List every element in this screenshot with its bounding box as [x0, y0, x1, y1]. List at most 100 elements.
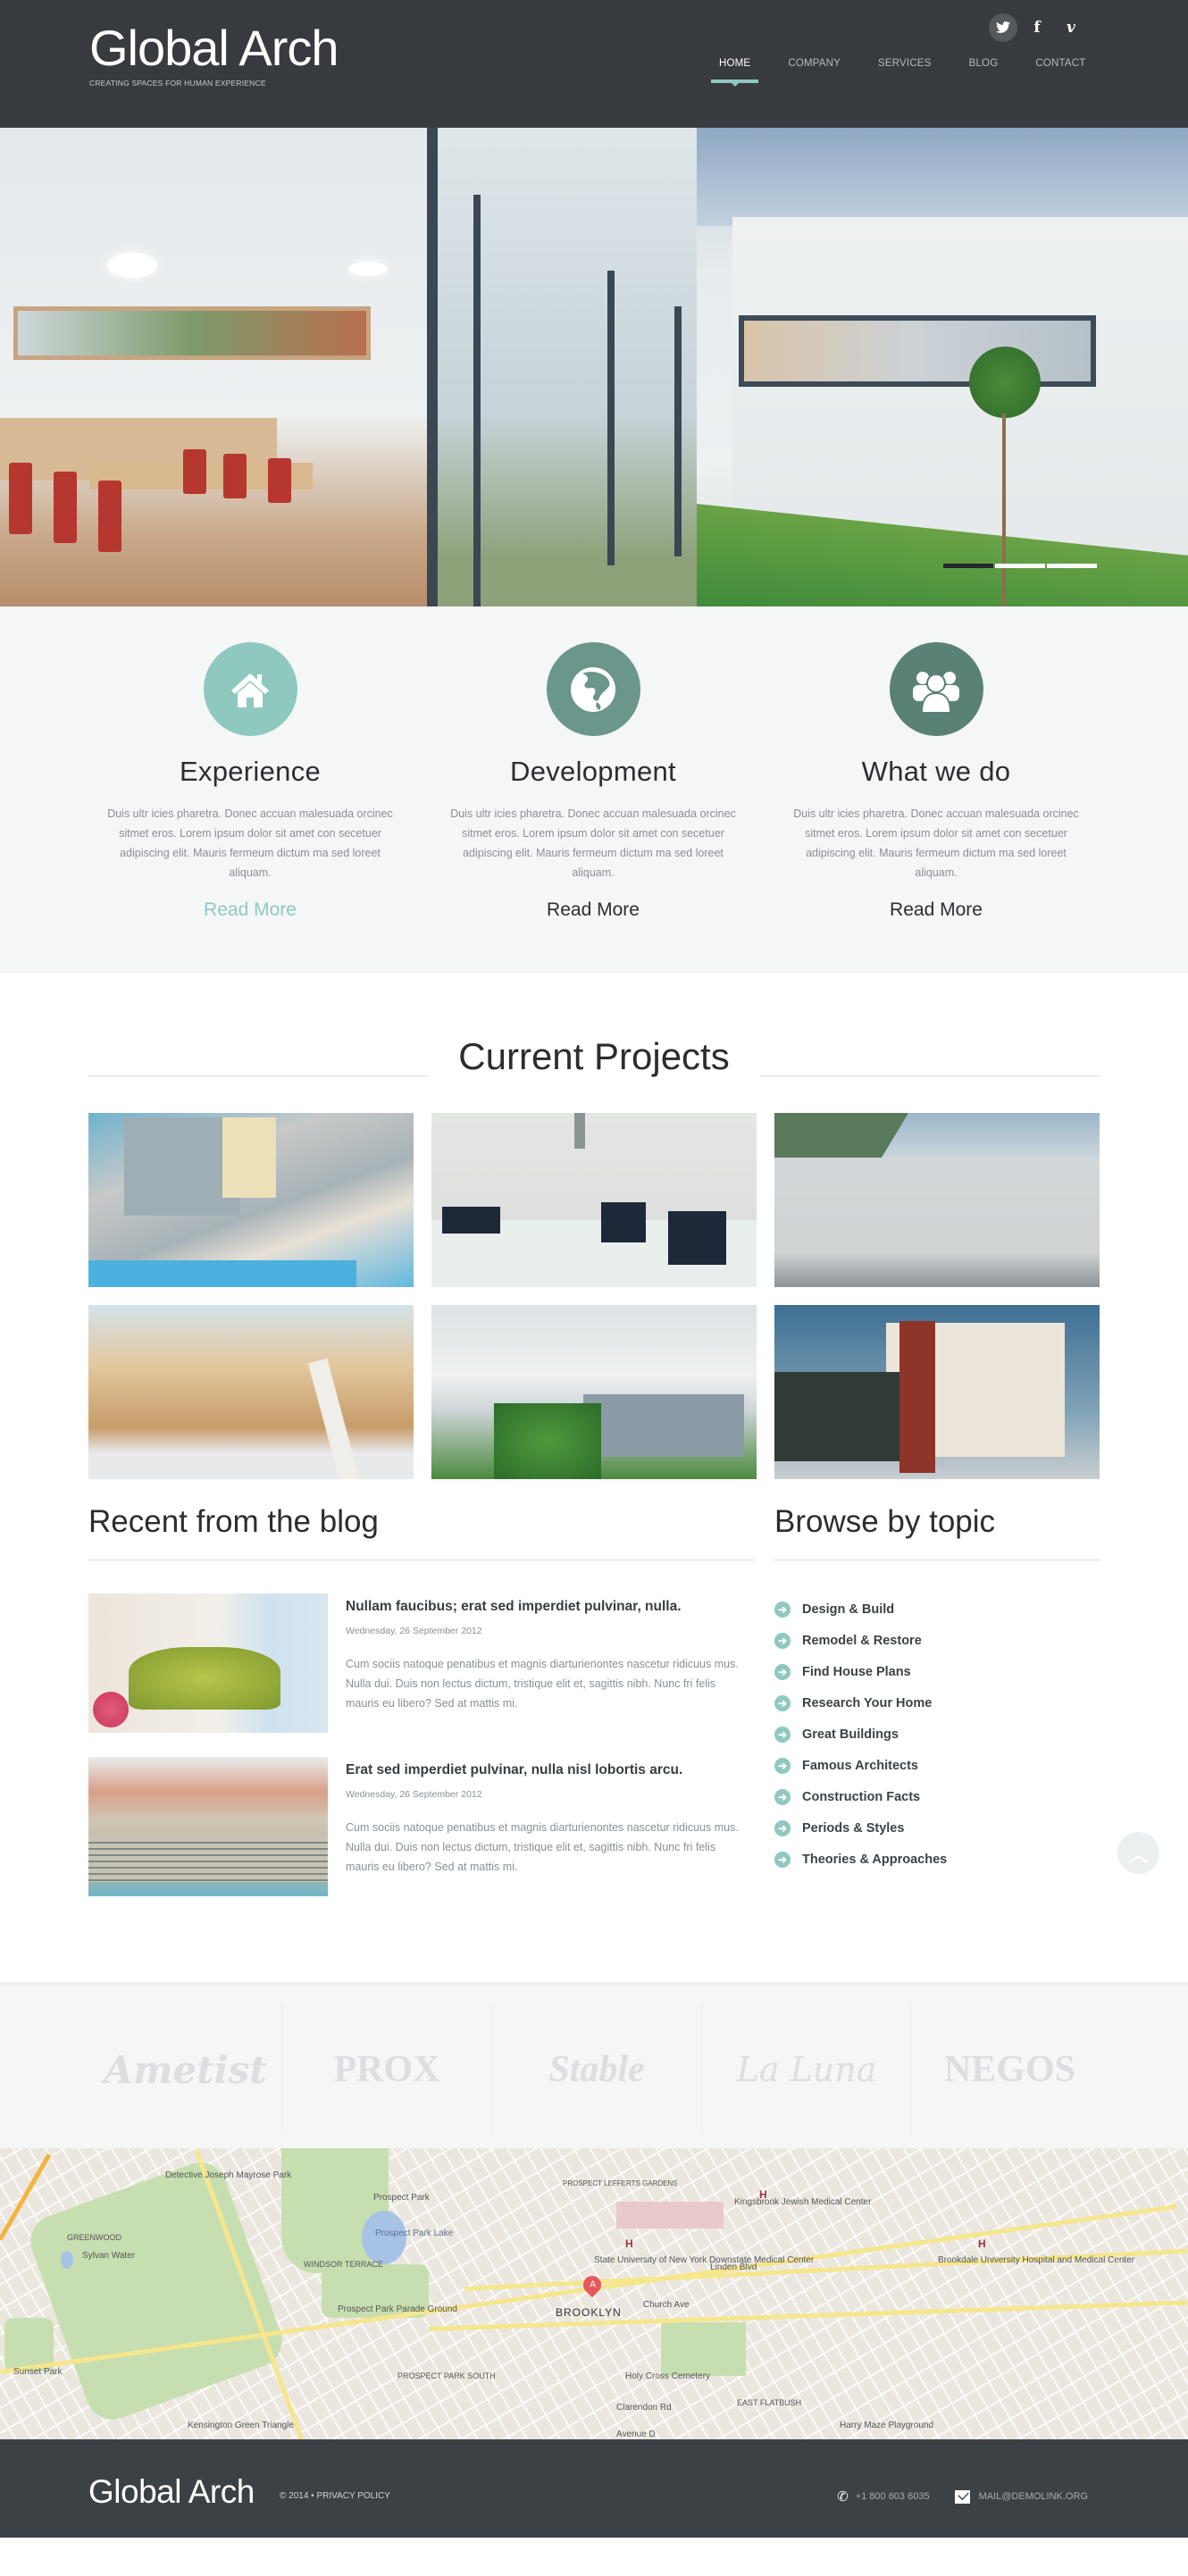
- hero-chair: [268, 458, 291, 503]
- nav-services[interactable]: SERVICES: [878, 58, 932, 69]
- read-more-link[interactable]: Read More: [547, 899, 640, 921]
- hero-tree: [969, 347, 1041, 418]
- project-image-shape: [574, 1113, 585, 1149]
- project-image-shape: [88, 1260, 356, 1287]
- scroll-to-top-button[interactable]: ︿: [1117, 1832, 1159, 1874]
- arrow-right-icon: ➔: [774, 1663, 791, 1680]
- arrow-right-icon: ➔: [774, 1757, 791, 1774]
- nav-blog[interactable]: BLOG: [969, 58, 999, 69]
- brand-logo[interactable]: NEGOS: [911, 2004, 1108, 2135]
- footer-logo[interactable]: Global Arch: [88, 2473, 255, 2511]
- facebook-icon[interactable]: f: [1023, 13, 1051, 42]
- topic-item[interactable]: ➔ Great Buildings: [774, 1719, 947, 1750]
- hero-chair: [223, 454, 247, 498]
- blog-title: Recent from the blog: [88, 1504, 379, 1539]
- nav-home-label: HOME: [719, 58, 751, 69]
- map-label: State University of New York Downstate M…: [594, 2255, 815, 2265]
- post-title[interactable]: Nullam faucibus; erat sed imperdiet pulv…: [346, 1599, 682, 1615]
- post-thumbnail[interactable]: [88, 1757, 328, 1896]
- footer-phone[interactable]: +1 800 603 6035: [856, 2491, 930, 2502]
- arrow-right-icon: ➔: [774, 1632, 791, 1649]
- post-excerpt: Cum sociis natoque penatibus et magnis d…: [346, 1821, 739, 1873]
- mail-icon: [954, 2489, 970, 2504]
- brand-logo[interactable]: PROX: [281, 2004, 491, 2135]
- map-label: Linden Blvd: [710, 2262, 757, 2272]
- post-image-shape: [88, 1837, 328, 1882]
- feature-what-we-do: What we do Duis ultr icies pharetra. Don…: [784, 642, 1088, 921]
- topic-label: Find House Plans: [802, 1664, 911, 1679]
- slide-dot-3[interactable]: [1047, 564, 1097, 568]
- topic-item[interactable]: ➔ Construction Facts: [774, 1781, 947, 1812]
- project-image-shape: [583, 1394, 744, 1457]
- project-tile[interactable]: [431, 1113, 757, 1287]
- nav-contact[interactable]: CONTACT: [1035, 58, 1085, 69]
- brand-logo[interactable]: Stable: [491, 2004, 701, 2135]
- arrow-right-icon: ➔: [774, 1788, 791, 1805]
- map-label: Sylvan Water: [82, 2251, 136, 2261]
- hero-chair: [183, 449, 206, 494]
- map-label: Kensington Green Triangle: [188, 2421, 294, 2430]
- topic-item[interactable]: ➔ Famous Architects: [774, 1750, 947, 1781]
- location-map[interactable]: BROOKLYN Prospect Park Prospect Park Lak…: [0, 2148, 1188, 2439]
- project-tile[interactable]: [88, 1113, 414, 1287]
- map-label: Church Ave: [643, 2300, 690, 2310]
- site-logo[interactable]: Global Arch: [89, 23, 339, 73]
- feature-text: Duis ultr icies pharetra. Donec accuan m…: [793, 807, 1079, 879]
- map-label: PROSPECT LEFFERTS GARDENS: [563, 2179, 678, 2187]
- site-footer: Global Arch © 2014 • PRIVACY POLICY ✆ +1…: [0, 2439, 1188, 2538]
- projects-section: Current Projects: [0, 973, 1188, 1479]
- phone-icon: ✆: [837, 2489, 849, 2505]
- hospital-icon: H: [759, 2188, 767, 2201]
- vimeo-icon[interactable]: v: [1057, 13, 1085, 42]
- slide-dot-1[interactable]: [943, 564, 993, 568]
- project-tile[interactable]: [774, 1305, 1100, 1479]
- feature-title: Development: [510, 756, 676, 787]
- post-title[interactable]: Erat sed imperdiet pulvinar, nulla nisl …: [346, 1762, 682, 1778]
- project-tile[interactable]: [88, 1305, 414, 1479]
- map-marker-label: A: [589, 2279, 596, 2290]
- twitter-icon[interactable]: [989, 13, 1017, 42]
- brand-name: La Luna: [736, 2050, 877, 2089]
- post-excerpt: Cum sociis natoque penatibus et magnis d…: [346, 1658, 739, 1710]
- brand-logo[interactable]: La Luna: [701, 2004, 911, 2135]
- hero-chair: [98, 481, 121, 552]
- project-image-shape: [899, 1321, 935, 1473]
- project-image-shape: [442, 1207, 500, 1234]
- social-links: f v: [989, 13, 1085, 42]
- topic-item[interactable]: ➔ Periods & Styles: [774, 1812, 947, 1844]
- topic-item[interactable]: ➔ Remodel & Restore: [774, 1625, 947, 1656]
- arrow-right-icon: ➔: [774, 1819, 791, 1836]
- project-tile[interactable]: [774, 1113, 1100, 1287]
- project-tile[interactable]: [431, 1305, 757, 1479]
- arrow-right-icon: ➔: [774, 1851, 791, 1868]
- footer-email[interactable]: MAIL@DEMOLINK.ORG: [979, 2491, 1088, 2502]
- topic-item[interactable]: ➔ Design & Build: [774, 1593, 947, 1625]
- brand-logo[interactable]: Ametist: [89, 2004, 281, 2135]
- read-more-link[interactable]: Read More: [890, 899, 983, 921]
- topics-list: ➔ Design & Build ➔ Remodel & Restore ➔ Find…: [774, 1593, 947, 1875]
- nav-company[interactable]: COMPANY: [788, 58, 841, 69]
- arrow-right-icon: ➔: [774, 1726, 791, 1743]
- arrow-right-icon: ➔: [774, 1601, 791, 1618]
- read-more-link[interactable]: Read More: [204, 899, 297, 921]
- privacy-policy-link[interactable]: © 2014 • PRIVACY POLICY: [280, 2491, 390, 2501]
- topic-item[interactable]: ➔ Theories & Approaches: [774, 1844, 947, 1875]
- map-label: Avenue D: [616, 2430, 656, 2439]
- feature-text: Duis ultr icies pharetra. Donec accuan m…: [107, 807, 393, 879]
- projects-grid: [88, 1113, 1100, 1479]
- main-nav: HOME COMPANY SERVICES BLOG CONTACT: [711, 58, 1123, 87]
- topic-label: Famous Architects: [802, 1758, 918, 1773]
- hero-pendant-lamp: [107, 253, 157, 278]
- post-date: Wednesday, 26 September 2012: [346, 1626, 482, 1636]
- nav-home[interactable]: HOME: [711, 58, 759, 87]
- post-thumbnail[interactable]: [88, 1593, 328, 1733]
- feature-text: Duis ultr icies pharetra. Donec accuan m…: [450, 807, 736, 879]
- house-icon: [203, 642, 297, 736]
- footer-contact: ✆ +1 800 603 6035 MAIL@DEMOLINK.ORG: [837, 2488, 1088, 2505]
- slide-dot-2[interactable]: [995, 564, 1045, 568]
- topic-item[interactable]: ➔ Research Your Home: [774, 1687, 947, 1719]
- topic-label: Research Your Home: [802, 1695, 933, 1710]
- hero-door-frame: [473, 195, 481, 606]
- feature-title: What we do: [861, 756, 1011, 787]
- topic-item[interactable]: ➔ Find House Plans: [774, 1656, 947, 1687]
